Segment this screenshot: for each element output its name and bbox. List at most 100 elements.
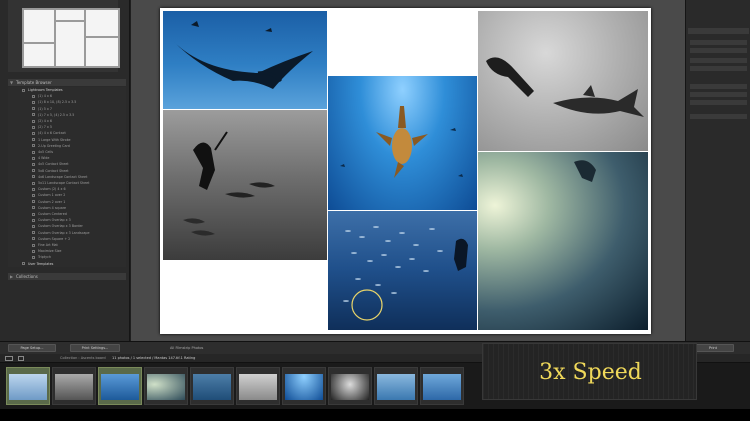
empty-cell-bottom[interactable] — [163, 261, 327, 330]
empty-cell-top[interactable] — [328, 11, 477, 75]
template-icon — [32, 212, 35, 216]
settings-row[interactable] — [690, 66, 747, 71]
filmstrip-thumb[interactable] — [420, 367, 464, 405]
template-icon — [32, 156, 35, 160]
navigator-preview[interactable] — [22, 8, 120, 68]
template-item-label: 4x5 Contact Sheet — [38, 162, 69, 167]
thumbnail — [239, 374, 277, 400]
photo-cell-shark-diver[interactable] — [478, 11, 648, 151]
collections-header[interactable]: ▶ Collections — [8, 273, 126, 280]
template-item-label: 5x11 Landscape Contact Sheet — [38, 181, 90, 185]
template-item[interactable]: 2-Up Greeting Card — [8, 143, 126, 149]
settings-checkbox[interactable] — [690, 114, 747, 119]
template-item[interactable]: Custom 1 over 2 — [8, 192, 126, 198]
photo-cell-manta[interactable] — [163, 11, 327, 109]
filmstrip-thumb[interactable] — [190, 367, 234, 405]
template-item[interactable]: 5x11 Landscape Contact Sheet — [8, 180, 126, 186]
settings-row[interactable] — [690, 58, 747, 63]
template-item[interactable]: 4 Wide — [8, 155, 126, 161]
filmstrip-thumb[interactable] — [328, 367, 372, 405]
template-item[interactable]: Lightroom Templates — [8, 87, 126, 93]
template-item[interactable]: 1 Large With Stroke — [8, 137, 126, 143]
filmstrip-thumb[interactable] — [236, 367, 280, 405]
template-item[interactable]: (4) 4 x 6 Contact — [8, 130, 126, 136]
template-item-label: Maximize Size — [38, 249, 62, 254]
template-icon — [32, 125, 35, 129]
collections-title: Collections — [16, 274, 38, 279]
template-item[interactable]: Maximize Size — [8, 248, 126, 254]
template-item[interactable]: 4x6 Landscape Contact Sheet — [8, 174, 126, 180]
template-item-label: Custom Overlap x 3 — [38, 218, 71, 223]
filmstrip-thumb[interactable] — [98, 367, 142, 405]
template-item[interactable]: Custom Centered — [8, 211, 126, 217]
photo-cell-turtle[interactable] — [328, 76, 477, 210]
settings-slider[interactable] — [690, 92, 747, 97]
manta-ray-photo — [173, 21, 313, 89]
template-browser-header[interactable]: ▼ Template Browser — [8, 79, 126, 86]
template-item[interactable]: Fine Art Mat — [8, 242, 126, 248]
template-icon — [32, 144, 35, 148]
template-icon — [32, 94, 35, 98]
settings-row[interactable] — [690, 48, 747, 53]
template-icon — [32, 243, 35, 247]
template-item[interactable]: (1) 5 x 7 — [8, 106, 126, 112]
photo-cell-sunrays[interactable] — [478, 152, 648, 330]
fish-school-photo — [343, 226, 468, 321]
template-item[interactable]: (1) 4 x 6 — [8, 93, 126, 99]
template-item[interactable]: (2) 4 x 6 — [8, 118, 126, 124]
template-icon — [32, 181, 35, 185]
template-item-label: Custom 2 over 1 — [38, 199, 66, 204]
template-item[interactable]: 5x8 Contact Sheet — [8, 168, 126, 174]
template-item-label: Custom 4 square — [38, 205, 67, 210]
template-item[interactable]: 4x5 Contact Sheet — [8, 161, 126, 167]
print-button[interactable]: Print — [692, 344, 734, 352]
settings-row[interactable] — [690, 40, 747, 45]
template-item-label: Lightroom Templates — [28, 88, 63, 92]
thumbnail — [9, 374, 47, 400]
filmstrip-thumb[interactable] — [144, 367, 188, 405]
template-item-label: (1) 5 x 7 — [38, 106, 52, 111]
filmstrip-thumb[interactable] — [6, 367, 50, 405]
print-settings-button[interactable]: Print Settings... — [70, 344, 120, 352]
template-item[interactable]: Custom Overlap x 3 Landscape — [8, 230, 126, 236]
photo-cell-divers-sharks[interactable] — [163, 110, 327, 260]
thumbnail — [423, 374, 461, 400]
photo-cell-fish-school[interactable] — [328, 211, 477, 330]
filmstrip-source[interactable]: Collection : Ascents board — [60, 356, 106, 360]
template-icon — [32, 131, 35, 135]
template-item[interactable]: Custom Overlap x 3 Border — [8, 223, 126, 229]
template-item[interactable]: Custom 2 over 1 — [8, 199, 126, 205]
template-item-label: Custom (2) 4 x 6 — [38, 187, 66, 192]
template-item[interactable]: (1) 7 x 5, (4) 2.5 x 3.5 — [8, 112, 126, 118]
filmstrip-thumb[interactable] — [374, 367, 418, 405]
page-setup-button[interactable]: Page Setup... — [8, 344, 56, 352]
secondary-window-icon[interactable] — [18, 356, 24, 361]
template-item[interactable]: 4x5 Cells — [8, 149, 126, 155]
folder-icon — [22, 262, 25, 266]
settings-slider[interactable] — [690, 100, 747, 105]
template-item[interactable]: Triptych — [8, 254, 126, 260]
settings-header[interactable] — [688, 28, 749, 34]
filmstrip-thumb[interactable] — [52, 367, 96, 405]
thumbnail — [193, 374, 231, 400]
template-item[interactable]: (2) 7 x 5 — [8, 124, 126, 130]
template-item[interactable]: Custom Square + 2 — [8, 236, 126, 242]
filmstrip-thumb[interactable] — [282, 367, 326, 405]
template-item[interactable]: Custom Overlap x 3 — [8, 217, 126, 223]
grid-view-icon[interactable] — [5, 356, 13, 361]
template-icon — [32, 119, 35, 123]
template-item[interactable]: Custom (2) 4 x 6 — [8, 186, 126, 192]
template-item-label: 4 Wide — [38, 156, 50, 161]
settings-slider[interactable] — [690, 84, 747, 89]
template-item-label: Custom Overlap x 3 Border — [38, 224, 83, 229]
sunrays-photo — [574, 160, 596, 182]
template-item[interactable]: Custom 4 square — [8, 205, 126, 211]
template-item-label: (2) 4 x 6 — [38, 119, 52, 123]
thumbnail — [285, 374, 323, 400]
template-item[interactable]: (1) 8 x 10, (8) 2.5 x 3.5 — [8, 99, 126, 105]
right-panel — [685, 0, 750, 341]
template-item-label: (1) 7 x 5, (4) 2.5 x 3.5 — [38, 112, 75, 117]
template-item[interactable]: User Templates — [8, 261, 126, 267]
template-icon — [32, 218, 35, 222]
template-icon — [32, 193, 35, 197]
